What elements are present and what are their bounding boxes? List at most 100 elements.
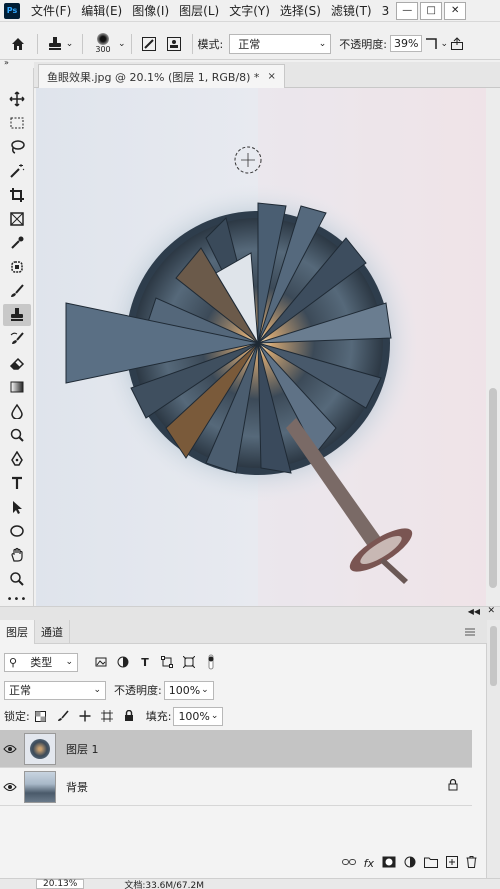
mode-select[interactable]: 正常 ⌄ xyxy=(229,33,332,54)
fx-icon[interactable]: fx xyxy=(364,857,374,870)
clone-source-icon[interactable] xyxy=(161,33,187,55)
crop-icon[interactable] xyxy=(3,184,31,206)
hand-icon[interactable] xyxy=(3,544,31,566)
spot-healing-icon[interactable] xyxy=(3,256,31,278)
menu-layer[interactable]: 图层(L) xyxy=(174,2,224,19)
brush-settings-icon[interactable] xyxy=(137,33,161,55)
collapse-panel-icon[interactable]: ◀◀ xyxy=(468,607,480,616)
path-select-icon[interactable] xyxy=(3,496,31,518)
close-panel-icon[interactable]: ✕ xyxy=(487,606,495,616)
separator xyxy=(37,33,38,54)
new-group-icon[interactable] xyxy=(424,856,438,871)
layer-name[interactable]: 图层 1 xyxy=(66,741,99,757)
dodge-icon[interactable] xyxy=(3,424,31,446)
frame-icon[interactable] xyxy=(3,208,31,230)
tool-preset-picker[interactable]: ⌄ xyxy=(43,33,77,55)
clone-stamp-icon[interactable] xyxy=(3,304,31,326)
filter-smart-object-icon[interactable] xyxy=(178,653,200,671)
eye-icon[interactable] xyxy=(0,744,20,754)
more-icon[interactable]: ••• xyxy=(3,592,31,606)
delete-layer-icon[interactable] xyxy=(466,855,477,871)
close-icon[interactable]: ✕ xyxy=(444,1,467,20)
eyedropper-icon[interactable] xyxy=(3,232,31,254)
lock-image-icon[interactable] xyxy=(52,707,74,725)
separator xyxy=(82,33,83,54)
chevron-down-icon: ⌄ xyxy=(93,685,101,695)
new-layer-icon[interactable] xyxy=(446,855,458,871)
home-icon[interactable] xyxy=(4,33,32,55)
link-layers-icon[interactable] xyxy=(341,857,356,870)
filter-adjustment-icon[interactable] xyxy=(112,653,134,671)
scroll-thumb[interactable] xyxy=(489,388,497,588)
eye-icon[interactable] xyxy=(0,782,20,792)
layer-row-background[interactable]: 背景 xyxy=(0,768,472,806)
new-adjustment-icon[interactable] xyxy=(404,856,416,871)
lock-position-icon[interactable] xyxy=(74,707,96,725)
filter-shape-icon[interactable] xyxy=(156,653,178,671)
fill-label: 填充: xyxy=(145,710,172,723)
expand-icon[interactable]: » xyxy=(4,58,9,67)
layers-panel-footer: fx xyxy=(0,848,487,878)
menu-select[interactable]: 选择(S) xyxy=(275,2,326,19)
menu-bar: Ps 文件(F) 编辑(E) 图像(I) 图层(L) 文字(Y) 选择(S) 滤… xyxy=(0,0,500,22)
brush-size-picker[interactable]: 300 xyxy=(88,30,118,58)
menu-type[interactable]: 文字(Y) xyxy=(224,2,275,19)
layer-row-layer1[interactable]: 图层 1 xyxy=(0,730,472,768)
lock-icon xyxy=(448,778,458,794)
layer-name[interactable]: 背景 xyxy=(66,779,88,795)
restore-icon[interactable]: □ xyxy=(420,1,443,20)
menu-image[interactable]: 图像(I) xyxy=(127,2,174,19)
tab-channels[interactable]: 通道 xyxy=(35,620,70,644)
menu-file[interactable]: 文件(F) xyxy=(26,2,76,19)
minimize-icon[interactable]: — xyxy=(396,1,419,20)
opacity-input[interactable]: 39% xyxy=(389,35,423,52)
canvas-vertical-scrollbar[interactable] xyxy=(486,88,500,606)
ellipse-icon[interactable] xyxy=(3,520,31,542)
document-tab-row: 鱼眼效果.jpg @ 20.1% (图层 1, RGB/8) * × xyxy=(34,62,500,88)
lock-transparent-icon[interactable] xyxy=(30,707,52,725)
filter-toggle-icon[interactable] xyxy=(200,653,222,671)
lock-artboard-icon[interactable] xyxy=(96,707,118,725)
zoom-level[interactable]: 20.13% xyxy=(36,879,85,889)
lock-all-icon[interactable] xyxy=(118,707,140,725)
scroll-thumb[interactable] xyxy=(490,626,497,686)
eraser-icon[interactable] xyxy=(3,352,31,374)
filter-type-icon[interactable]: T xyxy=(134,653,156,671)
type-icon[interactable] xyxy=(3,472,31,494)
panel-menu-icon[interactable] xyxy=(459,623,481,641)
layers-panel: 图层 通道 ⚲ 类型 ⌄ T 正常 ⌄ 不透明度: 100% ⌄ 锁定: 填充:… xyxy=(0,620,487,878)
blur-icon[interactable] xyxy=(3,400,31,422)
layer-opacity-input[interactable]: 100% ⌄ xyxy=(163,680,214,700)
blend-mode-select[interactable]: 正常 ⌄ xyxy=(4,680,106,700)
add-mask-icon[interactable] xyxy=(382,856,396,871)
pen-icon[interactable] xyxy=(3,448,31,470)
brush-size-value: 300 xyxy=(95,45,111,54)
share-icon[interactable] xyxy=(448,33,466,55)
menu-3d[interactable]: 3 xyxy=(377,4,395,18)
filter-kind-select[interactable]: ⚲ 类型 ⌄ xyxy=(4,652,78,672)
brush-icon[interactable] xyxy=(3,280,31,302)
layer-opacity-value: 100% xyxy=(168,683,201,697)
magic-wand-icon[interactable] xyxy=(3,160,31,182)
menu-edit[interactable]: 编辑(E) xyxy=(76,2,127,19)
tab-layers[interactable]: 图层 xyxy=(0,620,35,644)
zoom-icon[interactable] xyxy=(3,568,31,590)
chevron-down-icon[interactable]: ⌄ xyxy=(440,39,448,49)
history-brush-icon[interactable] xyxy=(3,328,31,350)
layer-thumbnail xyxy=(24,770,56,803)
gradient-icon[interactable] xyxy=(3,376,31,398)
layers-panel-scrollbar[interactable] xyxy=(487,620,500,878)
close-tab-icon[interactable]: × xyxy=(267,71,275,82)
document-canvas[interactable] xyxy=(36,88,486,606)
fill-value: 100% xyxy=(178,709,210,723)
fill-input[interactable]: 100% ⌄ xyxy=(173,706,224,726)
filter-pixel-icon[interactable] xyxy=(90,653,112,671)
move-icon[interactable] xyxy=(3,88,31,110)
marquee-icon[interactable] xyxy=(3,112,31,134)
layer-thumbnail xyxy=(24,732,56,765)
lasso-icon[interactable] xyxy=(3,136,31,158)
chevron-down-icon[interactable]: ⌄ xyxy=(118,39,126,49)
menu-filter[interactable]: 滤镜(T) xyxy=(326,2,377,19)
document-tab[interactable]: 鱼眼效果.jpg @ 20.1% (图层 1, RGB/8) * × xyxy=(38,64,285,88)
pressure-opacity-icon[interactable] xyxy=(422,33,440,55)
